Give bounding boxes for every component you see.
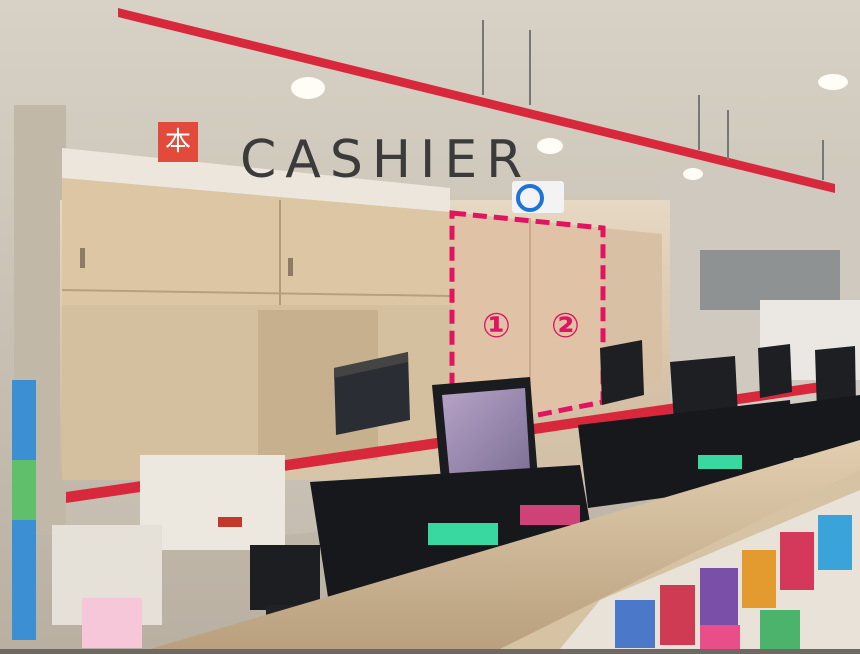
register-card-reader: [428, 523, 498, 545]
pos-screen: [442, 388, 530, 480]
scene-drawing: [0, 0, 860, 649]
left-display-item: [12, 460, 36, 520]
cashier-counter-photo: 本 CASHIER ① ②: [0, 0, 860, 649]
ceiling-light: [818, 74, 848, 90]
register-scanner: [250, 545, 320, 610]
cabinet-handle: [288, 258, 293, 276]
ceiling-light: [537, 138, 563, 154]
cabinet-handle: [80, 248, 85, 268]
register-card-reader-2: [698, 455, 742, 469]
front-flyer: [82, 598, 142, 648]
register-sticker: [520, 505, 580, 525]
ceiling-light: [291, 77, 325, 99]
pos-monitor-2: [600, 340, 644, 405]
printer-display: [218, 517, 242, 527]
pos-monitor-4: [758, 344, 792, 398]
ceiling-light: [683, 168, 703, 180]
